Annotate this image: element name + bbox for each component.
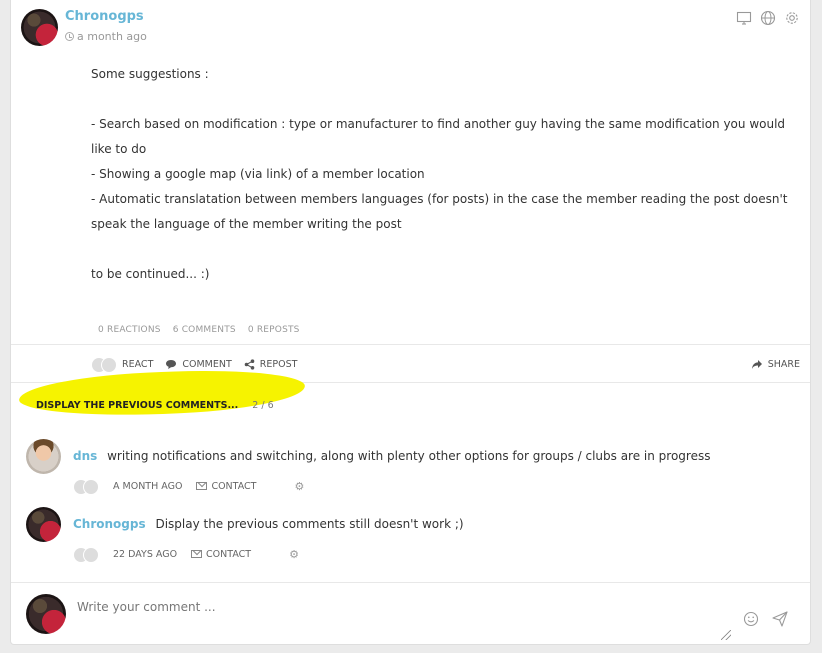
comment-author[interactable]: dns: [73, 449, 97, 463]
post-paragraph: - Search based on modification : type or…: [91, 117, 786, 156]
comment-avatar[interactable]: [26, 507, 61, 542]
react-icon: [91, 357, 117, 373]
post-paragraph: Some suggestions :: [91, 67, 209, 81]
gear-icon[interactable]: ⚙: [295, 480, 305, 493]
envelope-icon: [191, 550, 203, 558]
gear-icon[interactable]: [784, 10, 800, 26]
contact-label: CONTACT: [206, 548, 252, 560]
reposts-count[interactable]: 0 REPOSTS: [248, 325, 300, 335]
author-avatar[interactable]: [21, 9, 58, 46]
comment-icon: [166, 359, 177, 369]
post-body: Some suggestions : - Search based on mod…: [91, 62, 791, 287]
repost-label: REPOST: [259, 358, 298, 370]
share-button[interactable]: SHARE: [751, 359, 800, 370]
divider: [11, 582, 810, 583]
post-paragraph: [91, 87, 791, 112]
contact-button[interactable]: CONTACT: [196, 480, 257, 492]
react-button[interactable]: REACT: [91, 357, 154, 373]
previous-comments-label: DISPLAY THE PREVIOUS COMMENTS...: [36, 400, 239, 411]
contact-button[interactable]: CONTACT: [191, 549, 251, 560]
comment-input[interactable]: Write your comment ...: [77, 600, 216, 614]
post-paragraph: to be continued... :): [91, 267, 210, 281]
comment-meta: 22 DAYS AGO CONTACT ⚙: [73, 547, 299, 563]
clock-icon: [65, 32, 74, 41]
post-time-label: a month ago: [77, 30, 147, 43]
comment-text-line: dns writing notifications and switching,…: [73, 449, 710, 463]
comment-text-line: Chronogps Display the previous comments …: [73, 517, 464, 531]
post-paragraph: - Showing a google map (via link) of a m…: [91, 167, 425, 181]
post-stats: 0 REACTIONS 6 COMMENTS 0 REPOSTS: [98, 325, 300, 335]
share-icon: [751, 359, 762, 369]
desktop-icon[interactable]: [736, 10, 752, 26]
envelope-icon: [196, 482, 208, 490]
post-author-name[interactable]: Chronogps: [65, 9, 144, 24]
react-icon[interactable]: [73, 547, 99, 563]
previous-comments-link[interactable]: DISPLAY THE PREVIOUS COMMENTS... 2 / 6: [36, 400, 274, 411]
react-label: REACT: [122, 358, 154, 370]
comment-label: COMMENT: [182, 358, 232, 370]
post-top-icons: [736, 10, 800, 26]
smiley-icon[interactable]: [743, 611, 759, 627]
comment-time: A MONTH AGO: [113, 480, 183, 492]
post-timestamp: a month ago: [65, 30, 147, 43]
repost-button[interactable]: REPOST: [244, 358, 298, 370]
comment-time: 22 DAYS AGO: [113, 548, 178, 560]
comment-text: writing notifications and switching, alo…: [107, 449, 711, 463]
contact-label: CONTACT: [211, 480, 257, 492]
post-paragraph: [91, 237, 791, 262]
comment-text: Display the previous comments still does…: [155, 517, 464, 531]
previous-comments-count: 2 / 6: [252, 400, 274, 411]
divider: [11, 344, 810, 345]
react-icon[interactable]: [73, 479, 99, 495]
resize-handle[interactable]: [721, 630, 731, 640]
comment-author[interactable]: Chronogps: [73, 517, 146, 531]
repost-icon: [244, 358, 255, 370]
reactions-count[interactable]: 0 REACTIONS: [98, 325, 161, 335]
comments-count[interactable]: 6 COMMENTS: [173, 325, 236, 335]
highlighter-mark: [18, 367, 306, 419]
composer-avatar: [26, 594, 66, 634]
comment-button[interactable]: COMMENT: [165, 358, 232, 370]
post-paragraph: - Automatic translatation between member…: [91, 192, 788, 231]
globe-icon[interactable]: [760, 10, 776, 26]
comment-avatar[interactable]: [26, 439, 61, 474]
send-icon[interactable]: [771, 610, 789, 628]
comment-meta: A MONTH AGO CONTACT ⚙: [73, 479, 305, 495]
post-card: Chronogps a month ago Some suggestions :…: [10, 0, 811, 645]
share-label: SHARE: [767, 358, 800, 370]
gear-icon[interactable]: ⚙: [289, 548, 299, 561]
